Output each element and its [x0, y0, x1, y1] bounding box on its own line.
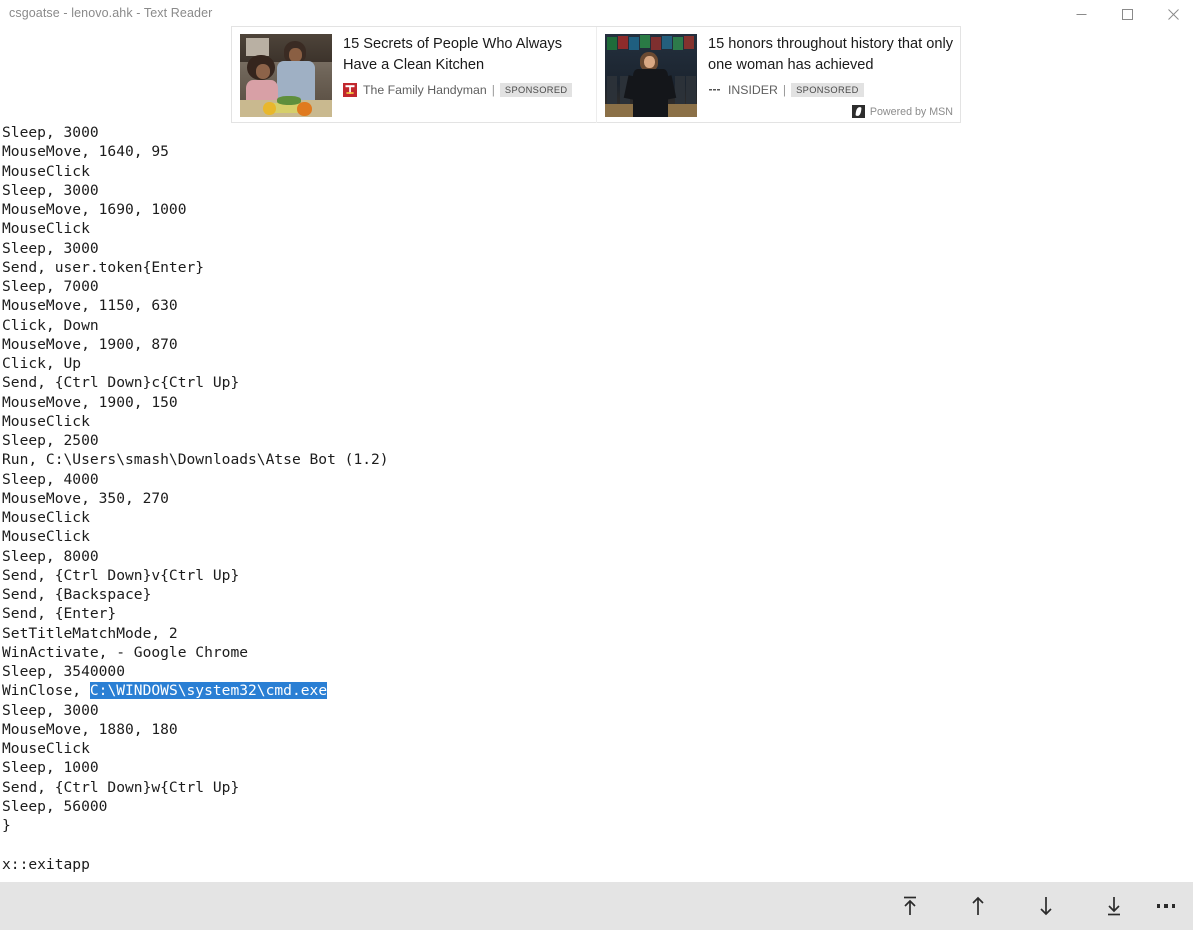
- ad-meta-row: The Family Handyman | SPONSORED: [343, 82, 588, 97]
- minimize-icon: [1076, 13, 1086, 15]
- script-line[interactable]: Sleep, 8000: [2, 547, 389, 566]
- text-reader-content[interactable]: Sleep, 3000 MouseMove, 1640, 95 MouseClick…: [0, 123, 1193, 882]
- ad-separator: |: [782, 82, 787, 97]
- powered-by-msn: Powered by MSN: [851, 105, 953, 118]
- script-line[interactable]: Click, Down: [2, 316, 389, 335]
- scroll-down-button[interactable]: [1012, 882, 1080, 930]
- script-line[interactable]: [2, 835, 389, 854]
- ad-headline[interactable]: 15 Secrets of People Who Always Have a C…: [343, 34, 588, 75]
- script-line[interactable]: Run, C:\Users\smash\Downloads\Atse Bot (…: [2, 450, 389, 469]
- script-line[interactable]: MouseClick: [2, 527, 389, 546]
- script-line[interactable]: Click, Up: [2, 354, 389, 373]
- ad-publisher-name: The Family Handyman: [363, 82, 487, 97]
- script-line[interactable]: Send, {Backspace}: [2, 585, 389, 604]
- script-line[interactable]: Send, user.token{Enter}: [2, 258, 389, 277]
- scroll-to-top-button[interactable]: [876, 882, 944, 930]
- ad-card[interactable]: 15 Secrets of People Who Always Have a C…: [232, 27, 596, 124]
- window-title: csgoatse - lenovo.ahk - Text Reader: [9, 6, 213, 20]
- close-icon: [1167, 8, 1179, 20]
- script-line[interactable]: MouseClick: [2, 739, 389, 758]
- sponsored-badge: SPONSORED: [499, 82, 573, 97]
- ad-meta-row: INSIDER | SPONSORED: [708, 82, 954, 97]
- script-line[interactable]: Send, {Ctrl Down}w{Ctrl Up}: [2, 778, 389, 797]
- script-line[interactable]: Sleep, 1000: [2, 758, 389, 777]
- script-line[interactable]: MouseClick: [2, 412, 389, 431]
- script-line[interactable]: MouseMove, 1880, 180: [2, 720, 389, 739]
- script-line[interactable]: Sleep, 7000: [2, 277, 389, 296]
- msn-logo-icon: [851, 105, 865, 118]
- arrow-down-icon: [1040, 897, 1052, 916]
- script-line[interactable]: Send, {Ctrl Down}c{Ctrl Up}: [2, 373, 389, 392]
- script-line[interactable]: SetTitleMatchMode, 2: [2, 624, 389, 643]
- ad-separator: |: [491, 82, 495, 97]
- scroll-up-button[interactable]: [944, 882, 1012, 930]
- ad-headline[interactable]: 15 honors throughout history that only o…: [708, 34, 954, 75]
- ad-thumbnail-trading-floor[interactable]: [605, 34, 697, 117]
- selected-text[interactable]: C:\WINDOWS\system32\cmd.exe: [89, 682, 328, 700]
- minimize-button[interactable]: [1058, 0, 1104, 28]
- script-line[interactable]: WinClose, C:\WINDOWS\system32\cmd.exe: [2, 681, 389, 700]
- script-line[interactable]: Sleep, 3000: [2, 701, 389, 720]
- script-line[interactable]: x::exitapp: [2, 855, 389, 874]
- script-line[interactable]: Sleep, 4000: [2, 470, 389, 489]
- script-line[interactable]: Sleep, 3540000: [2, 662, 389, 681]
- script-line[interactable]: Send, {Enter}: [2, 604, 389, 623]
- script-line[interactable]: MouseClick: [2, 508, 389, 527]
- bottom-toolbar: [0, 882, 1193, 930]
- script-line[interactable]: MouseClick: [2, 162, 389, 181]
- script-line[interactable]: MouseClick: [2, 219, 389, 238]
- sponsored-ad-banner: 15 Secrets of People Who Always Have a C…: [231, 26, 961, 124]
- maximize-button[interactable]: [1104, 0, 1150, 28]
- close-button[interactable]: [1150, 0, 1193, 28]
- script-line[interactable]: Sleep, 56000: [2, 797, 389, 816]
- script-line[interactable]: MouseMove, 1900, 150: [2, 393, 389, 412]
- maximize-icon: [1121, 8, 1133, 20]
- ad-thumbnail-kitchen[interactable]: [240, 34, 332, 117]
- more-options-button[interactable]: [1139, 882, 1193, 930]
- ellipsis-icon: [1156, 904, 1176, 908]
- title-bar[interactable]: csgoatse - lenovo.ahk - Text Reader: [0, 0, 1193, 28]
- script-line[interactable]: MouseMove, 1900, 870: [2, 335, 389, 354]
- script-line[interactable]: Sleep, 3000: [2, 181, 389, 200]
- insider-logo-icon: [708, 83, 722, 97]
- sponsored-badge: SPONSORED: [791, 82, 864, 97]
- arrow-up-to-line-icon: [904, 896, 916, 915]
- arrow-down-to-line-icon: [1108, 897, 1120, 916]
- script-line[interactable]: Send, {Ctrl Down}v{Ctrl Up}: [2, 566, 389, 585]
- script-line[interactable]: Sleep, 2500: [2, 431, 389, 450]
- script-line[interactable]: MouseMove, 1640, 95: [2, 142, 389, 161]
- arrow-up-icon: [972, 896, 984, 915]
- script-line-text: WinClose,: [2, 682, 90, 700]
- script-line[interactable]: Sleep, 3000: [2, 123, 389, 142]
- powered-by-label: Powered by MSN: [869, 105, 953, 118]
- ad-publisher-name: INSIDER: [728, 82, 778, 97]
- script-line[interactable]: Sleep, 3000: [2, 239, 389, 258]
- script-line[interactable]: MouseMove, 1150, 630: [2, 296, 389, 315]
- scroll-to-bottom-button[interactable]: [1080, 882, 1148, 930]
- family-handyman-logo-icon: [343, 82, 357, 97]
- script-line[interactable]: MouseMove, 350, 270: [2, 489, 389, 508]
- script-line[interactable]: }: [2, 816, 389, 835]
- script-line[interactable]: WinActivate, - Google Chrome: [2, 643, 389, 662]
- script-text[interactable]: Sleep, 3000 MouseMove, 1640, 95 MouseClick…: [2, 123, 389, 874]
- script-line[interactable]: MouseMove, 1690, 1000: [2, 200, 389, 219]
